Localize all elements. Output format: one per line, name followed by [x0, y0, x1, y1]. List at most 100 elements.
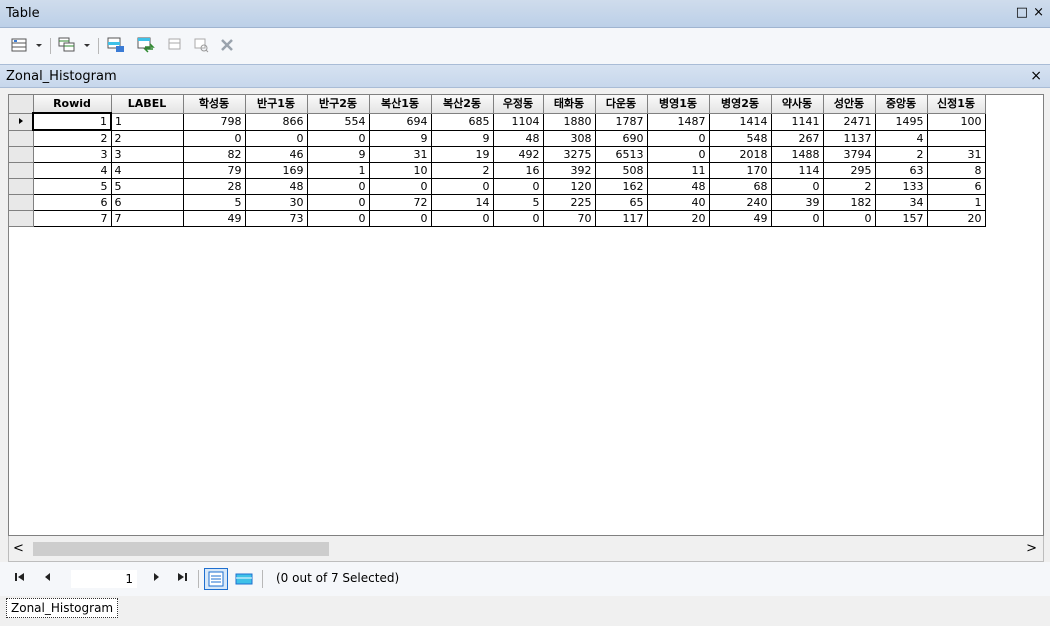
table-cell[interactable]: 548	[709, 130, 772, 147]
table-cell[interactable]: 170	[709, 162, 772, 179]
table-cell[interactable]: 68	[709, 178, 772, 195]
show-all-records-button[interactable]	[204, 568, 228, 590]
table-cell[interactable]: 1787	[595, 113, 648, 131]
table-cell[interactable]: 0	[307, 194, 370, 211]
restore-button[interactable]: □	[1016, 5, 1028, 20]
column-header[interactable]: 병영1동	[647, 95, 710, 114]
row-selector[interactable]	[9, 178, 34, 195]
table-cell[interactable]: 120	[543, 178, 596, 195]
table-options-icon[interactable]	[10, 36, 28, 54]
table-cell[interactable]: 0	[493, 210, 544, 227]
table-cell[interactable]: 0	[647, 146, 710, 163]
row-selector[interactable]	[9, 162, 34, 179]
table-cell[interactable]: 798	[183, 113, 246, 131]
dropdown-arrow-icon[interactable]	[82, 36, 92, 54]
select-by-attributes-icon[interactable]	[106, 36, 126, 54]
table-cell[interactable]: 5	[111, 178, 184, 195]
table-cell[interactable]: 49	[709, 210, 772, 227]
table-cell[interactable]: 2	[111, 130, 184, 147]
table-cell[interactable]: 133	[875, 178, 928, 195]
table-cell[interactable]: 0	[771, 178, 824, 195]
row-selector[interactable]	[9, 146, 34, 163]
table-cell[interactable]: 492	[493, 146, 544, 163]
table-cell[interactable]: 31	[927, 146, 986, 163]
last-record-button[interactable]	[176, 571, 188, 586]
table-cell[interactable]: 1141	[771, 113, 824, 131]
column-header[interactable]: 복산2동	[431, 95, 494, 114]
table-cell[interactable]: 114	[771, 162, 824, 179]
table-cell[interactable]: 72	[369, 194, 432, 211]
table-cell[interactable]: 2471	[823, 113, 876, 131]
table-cell[interactable]: 182	[823, 194, 876, 211]
column-header[interactable]: 병영2동	[709, 95, 772, 114]
column-header[interactable]: 우정동	[493, 95, 544, 114]
previous-record-button[interactable]	[42, 571, 54, 586]
row-selector[interactable]	[9, 210, 34, 227]
table-cell[interactable]: 2	[823, 178, 876, 195]
table-cell[interactable]: 0	[647, 130, 710, 147]
table-cell[interactable]: 3	[33, 146, 112, 163]
column-header[interactable]: LABEL	[111, 95, 184, 114]
table-cell[interactable]: 685	[431, 113, 494, 131]
table-row[interactable]: 1 1 798 866 554 694 685 1104 1880 1787 1487 1414 114…	[9, 112, 986, 131]
table-cell[interactable]: 0	[823, 210, 876, 227]
table-cell[interactable]: 308	[543, 130, 596, 147]
table-cell[interactable]: 19	[431, 146, 494, 163]
table-cell[interactable]: 63	[875, 162, 928, 179]
column-header[interactable]: 복산1동	[369, 95, 432, 114]
window-close-button[interactable]: ×	[1033, 5, 1044, 20]
table-cell[interactable]: 28	[183, 178, 246, 195]
scroll-left-button[interactable]: <	[13, 541, 24, 556]
table-cell[interactable]: 1495	[875, 113, 928, 131]
zoom-to-selected-icon[interactable]	[192, 36, 210, 54]
table-cell[interactable]: 508	[595, 162, 648, 179]
table-cell[interactable]: 240	[709, 194, 772, 211]
table-cell[interactable]: 169	[245, 162, 308, 179]
scroll-right-button[interactable]: >	[1026, 541, 1037, 556]
related-tables-icon[interactable]	[56, 36, 78, 54]
table-cell[interactable]: 48	[245, 178, 308, 195]
table-cell[interactable]: 5	[493, 194, 544, 211]
table-cell[interactable]: 1	[927, 194, 986, 211]
table-tab-close-button[interactable]: ×	[1030, 68, 1042, 84]
table-cell[interactable]: 1488	[771, 146, 824, 163]
horizontal-scrollbar[interactable]: < >	[8, 536, 1044, 562]
table-cell[interactable]: 70	[543, 210, 596, 227]
column-header[interactable]: 태화동	[543, 95, 596, 114]
table-cell[interactable]: 31	[369, 146, 432, 163]
row-selector[interactable]	[9, 194, 34, 211]
table-cell[interactable]: 65	[595, 194, 648, 211]
table-cell[interactable]: 48	[493, 130, 544, 147]
table-row[interactable]: 2 2 0 0 0 9 9 48 308 690 0 548 267 1137 4	[9, 130, 986, 147]
table-cell[interactable]: 0	[307, 210, 370, 227]
next-record-button[interactable]	[150, 571, 162, 586]
table-cell[interactable]: 0	[771, 210, 824, 227]
column-header[interactable]: 성안동	[823, 95, 876, 114]
current-record-input[interactable]: 1	[70, 569, 138, 589]
table-row[interactable]: 4 4 79 169 1 10 2 16 392 508 11 170 114 295 63 8	[9, 162, 986, 179]
table-cell[interactable]: 9	[431, 130, 494, 147]
table-cell[interactable]: 100	[927, 113, 986, 131]
table-cell[interactable]: 866	[245, 113, 308, 131]
table-cell[interactable]: 5	[183, 194, 246, 211]
table-cell[interactable]: 0	[369, 178, 432, 195]
table-cell[interactable]: 6	[111, 194, 184, 211]
table-cell[interactable]: 1414	[709, 113, 772, 131]
table-row[interactable]: 3 3 82 46 9 31 19 492 3275 6513 0 2018 1488 3794 2 31	[9, 146, 986, 163]
table-cell[interactable]: 0	[183, 130, 246, 147]
table-cell[interactable]: 39	[771, 194, 824, 211]
table-row[interactable]: 7 7 49 73 0 0 0 0 70 117 20 49 0 0 157 20	[9, 210, 986, 227]
table-cell[interactable]: 0	[245, 130, 308, 147]
delete-selected-icon[interactable]	[218, 36, 236, 54]
table-row[interactable]: 5 5 28 48 0 0 0 0 120 162 48 68 0 2 133 6	[9, 178, 986, 195]
table-cell[interactable]: 2	[33, 130, 112, 147]
column-header[interactable]: 다운동	[595, 95, 648, 114]
switch-selection-icon[interactable]	[136, 36, 156, 54]
table-cell[interactable]: 554	[307, 113, 370, 131]
table-cell[interactable]: 20	[647, 210, 710, 227]
dropdown-arrow-icon[interactable]	[34, 36, 44, 54]
table-cell[interactable]: 16	[493, 162, 544, 179]
table-cell[interactable]: 7	[111, 210, 184, 227]
table-cell[interactable]: 8	[927, 162, 986, 179]
table-cell[interactable]: 3275	[543, 146, 596, 163]
